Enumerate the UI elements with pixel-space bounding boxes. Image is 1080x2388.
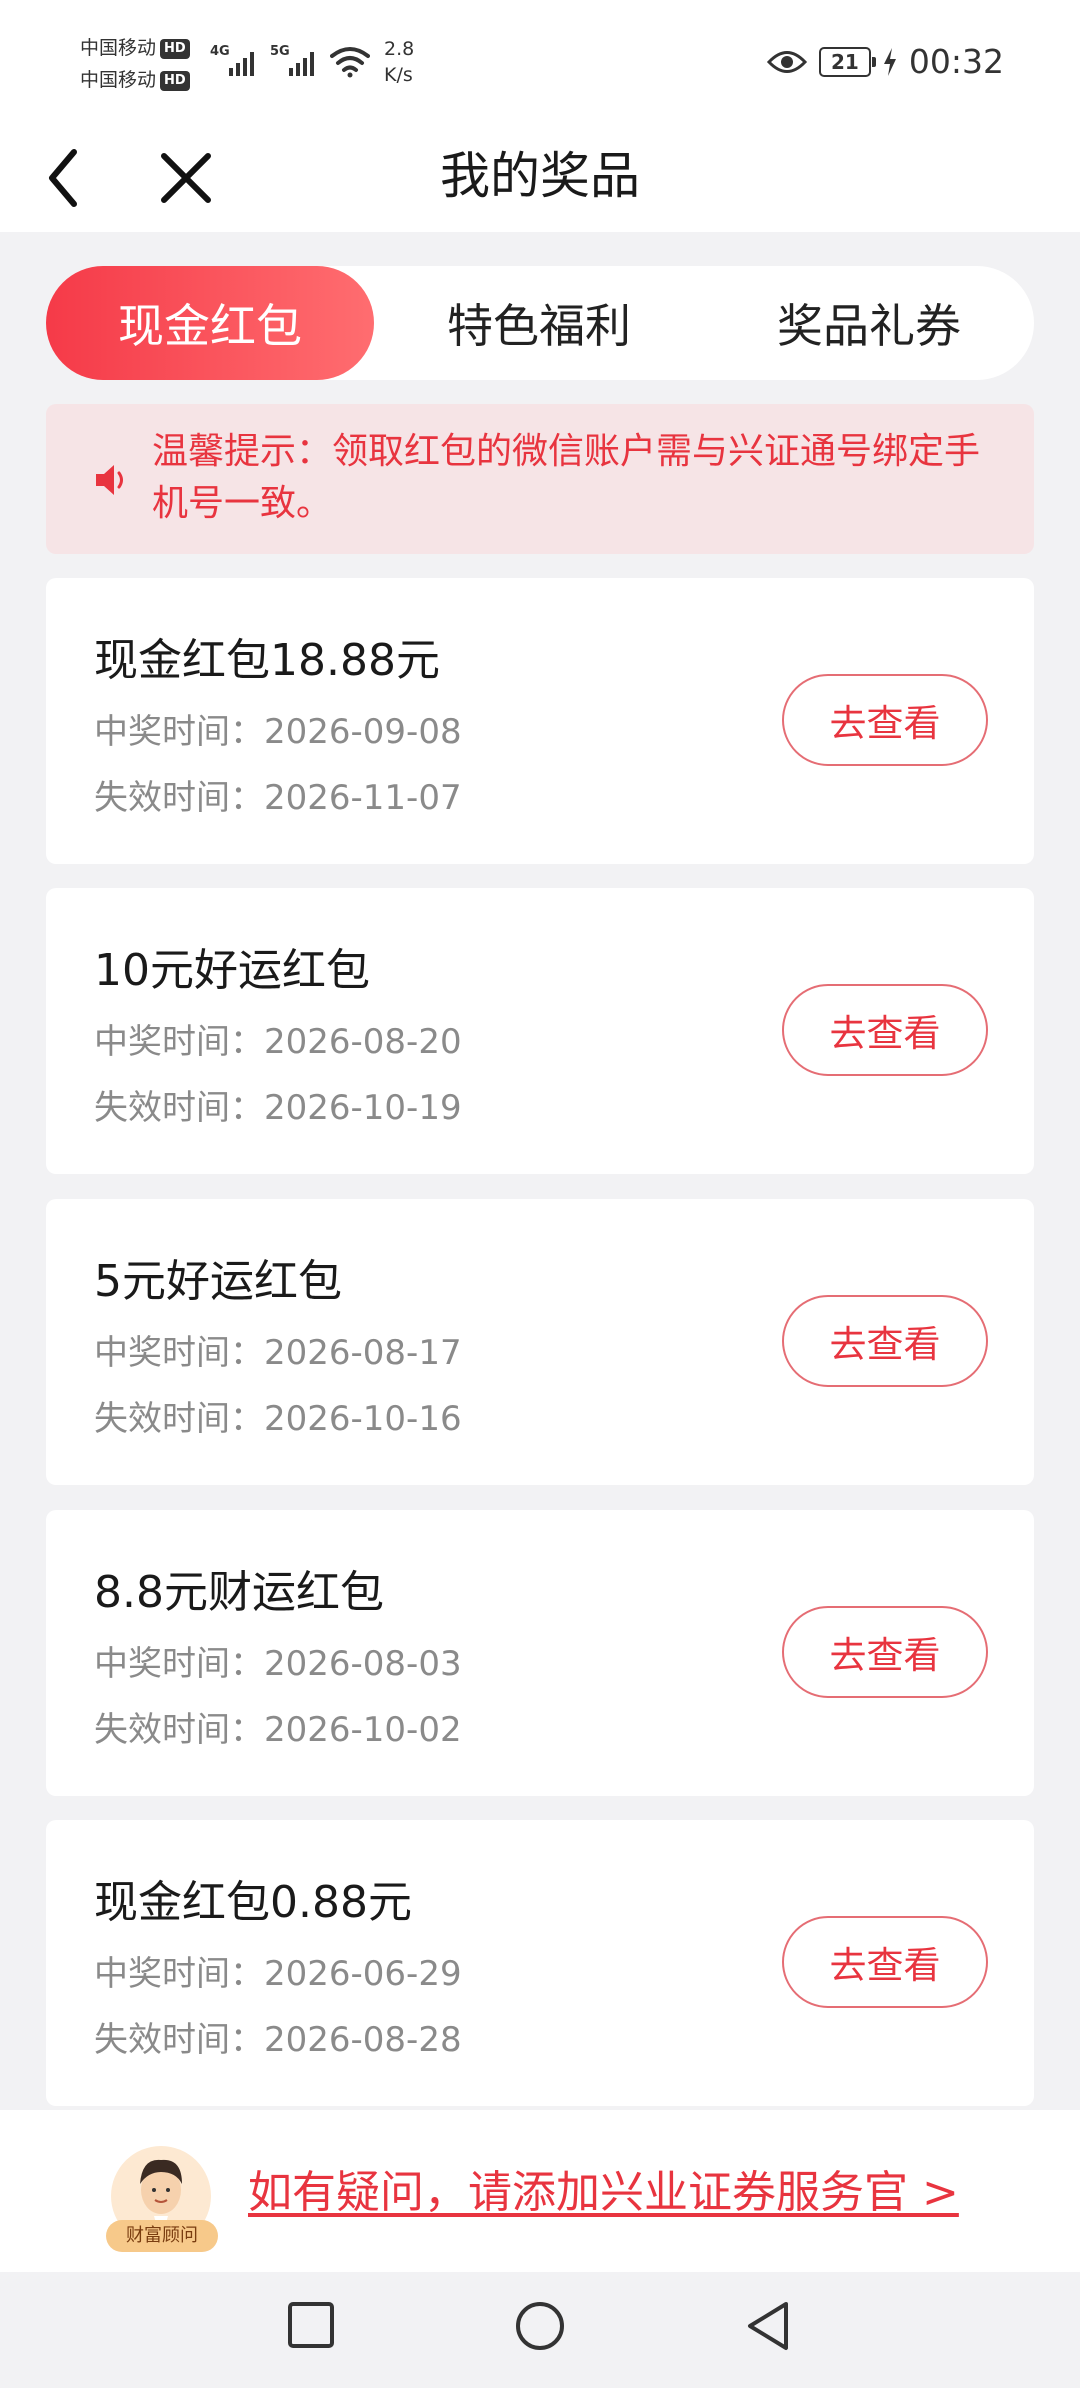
notice-text: 温馨提示：领取红包的微信账户需与兴证通号绑定手机号一致。: [152, 431, 981, 524]
view-button[interactable]: 去查看: [782, 1916, 988, 2008]
expire-time: 失效时间：2026-08-28: [94, 2020, 462, 2060]
prize-title: 现金红包0.88元: [94, 1877, 412, 1928]
won-time: 中奖时间：2026-06-29: [94, 1954, 462, 1994]
prize-card: 5元好运红包 中奖时间：2026-08-17 失效时间：2026-10-16 去…: [46, 1199, 1034, 1485]
wifi-icon: [330, 47, 370, 78]
notice-banner: 温馨提示：领取红包的微信账户需与兴证通号绑定手机号一致。: [46, 404, 1034, 554]
signal-5g-icon: 5G: [270, 44, 314, 78]
prize-card: 8.8元财运红包 中奖时间：2026-08-03 失效时间：2026-10-02…: [46, 1510, 1034, 1796]
system-status-right: 21 00:32: [766, 42, 1004, 81]
tab-prize-coupons[interactable]: 奖品礼券: [704, 266, 1034, 380]
expire-time: 失效时间：2026-10-16: [94, 1399, 462, 1439]
expire-time: 失效时间：2026-10-19: [94, 1088, 462, 1128]
signal-4g-icon: 4G: [210, 44, 254, 78]
signal-indicators: 4G 5G: [210, 44, 370, 78]
help-service-link[interactable]: 如有疑问，请添加兴业证券服务官 >: [248, 2156, 959, 2220]
prize-tabs: 现金红包 特色福利 奖品礼券: [46, 266, 1034, 380]
status-bar: 中国移动 HD 中国移动 HD 4G 5G 2.8 K/s 21 00:32: [0, 0, 1080, 128]
nav-bar: 我的奖品: [0, 128, 1080, 232]
avatar-tag: 财富顾问: [106, 2220, 218, 2252]
prize-title: 10元好运红包: [94, 945, 370, 996]
back-icon[interactable]: [744, 2300, 792, 2352]
carrier-2: 中国移动: [80, 69, 157, 91]
won-time: 中奖时间：2026-08-03: [94, 1644, 462, 1684]
clock: 00:32: [908, 42, 1004, 81]
recent-apps-icon[interactable]: [286, 2300, 336, 2350]
battery-icon: 21: [818, 46, 876, 77]
prize-title: 5元好运红包: [94, 1256, 342, 1307]
charging-bolt-icon: [883, 47, 896, 76]
tab-special-benefits[interactable]: 特色福利: [374, 266, 704, 380]
won-time: 中奖时间：2026-09-08: [94, 712, 462, 752]
prize-card: 现金红包0.88元 中奖时间：2026-06-29 失效时间：2026-08-2…: [46, 1820, 1034, 2106]
speaker-icon: [96, 465, 123, 495]
won-time: 中奖时间：2026-08-17: [94, 1333, 462, 1373]
expire-time: 失效时间：2026-10-02: [94, 1710, 462, 1750]
view-button[interactable]: 去查看: [782, 1295, 988, 1387]
tab-cash-red-packet[interactable]: 现金红包: [46, 266, 374, 380]
page-title: 我的奖品: [440, 147, 640, 205]
prize-title: 8.8元财运红包: [94, 1567, 384, 1618]
hd-badge: HD: [160, 70, 190, 91]
view-button[interactable]: 去查看: [782, 984, 988, 1076]
system-nav-bar: [0, 2272, 1080, 2388]
prize-card: 现金红包18.88元 中奖时间：2026-09-08 失效时间：2026-11-…: [46, 578, 1034, 864]
eye-icon: [766, 50, 807, 73]
home-icon[interactable]: [514, 2300, 566, 2352]
prize-title: 现金红包18.88元: [94, 635, 440, 686]
view-button[interactable]: 去查看: [782, 674, 988, 766]
prize-card: 10元好运红包 中奖时间：2026-08-20 失效时间：2026-10-19 …: [46, 888, 1034, 1174]
carrier-1: 中国移动: [80, 37, 157, 59]
view-button[interactable]: 去查看: [782, 1606, 988, 1698]
expire-time: 失效时间：2026-11-07: [94, 778, 462, 818]
help-footer: 财富顾问 如有疑问，请添加兴业证券服务官 >: [0, 2110, 1080, 2272]
carrier-info: 中国移动 HD 中国移动 HD: [80, 32, 190, 96]
won-time: 中奖时间：2026-08-20: [94, 1022, 462, 1062]
net-speed: 2.8 K/s: [384, 38, 415, 86]
hd-badge: HD: [160, 38, 190, 59]
